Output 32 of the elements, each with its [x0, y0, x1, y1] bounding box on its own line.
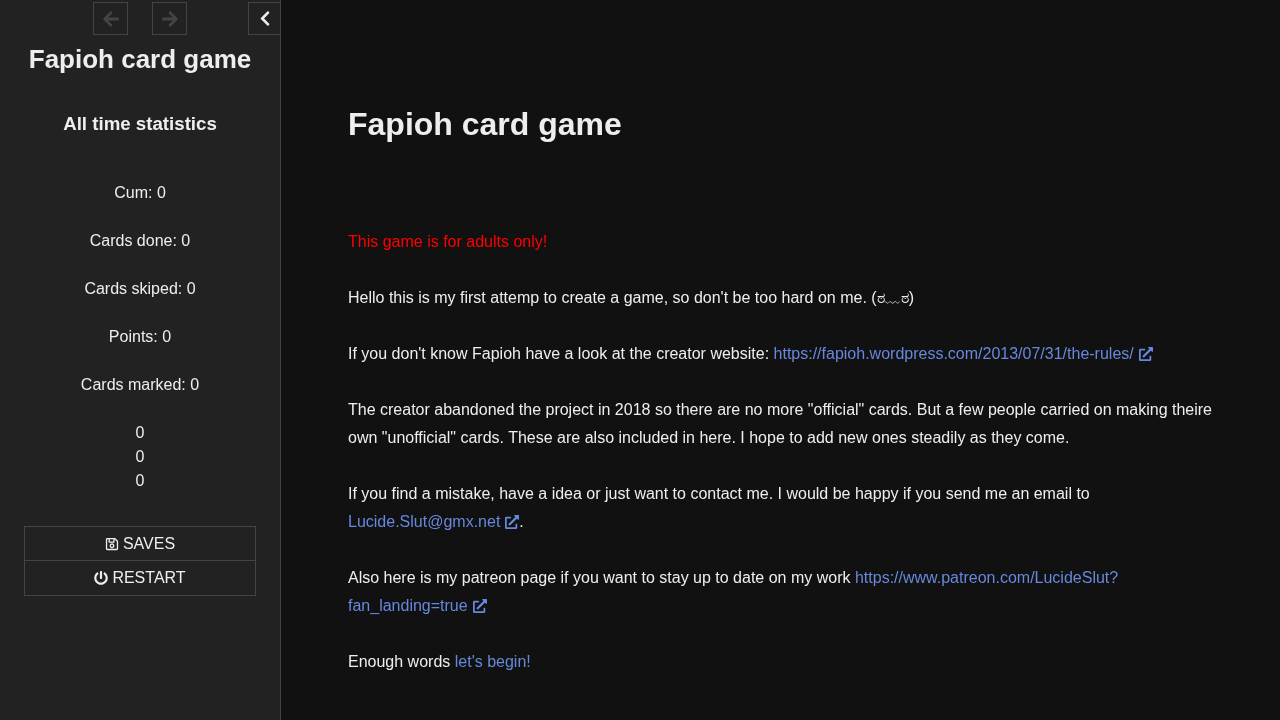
counter-text: 0 — [135, 471, 145, 491]
stat-text: Points: 0 — [108, 327, 172, 347]
paragraph: If you find a mistake, have a idea or just want to contact me. I would be happy if you send me an email to Lucide.Slut@gmx.net . — [348, 480, 1212, 536]
external-link-icon — [505, 515, 520, 529]
saves-button[interactable]: SAVES — [24, 526, 256, 561]
counter-text: 0 — [135, 447, 145, 467]
passage-title: Fapioh card game — [348, 105, 623, 144]
back-arrow-icon — [101, 9, 120, 28]
stat-text: Cards skiped: 0 — [84, 279, 196, 299]
sidebar-toggle-button[interactable] — [248, 2, 281, 35]
story-title: Fapioh card game — [28, 44, 252, 74]
forward-arrow-icon — [160, 9, 179, 28]
link[interactable]: fan_landing=true — [348, 592, 487, 620]
counter-text: 0 — [135, 423, 145, 443]
paragraph: Hello this is my first attemp to create a game, so don't be too hard on me. (ಠ﹏ಠ) — [348, 288, 915, 308]
stat-text: Cards marked: 0 — [80, 375, 200, 395]
link[interactable]: Lucide.Slut@gmx.net — [348, 508, 520, 536]
paragraph: If you don't know Fapioh have a look at the creator website: https://fapioh.wordpress.com/2013/07/31/the-rules/ — [348, 340, 1212, 368]
link[interactable]: https://www.patreon.com/LucideSlut? — [854, 564, 1119, 592]
restart-button[interactable]: RESTART — [24, 561, 256, 596]
external-link-icon — [1138, 347, 1153, 361]
warning-text: This game is for adults only! — [348, 232, 549, 252]
power-icon — [94, 571, 109, 585]
statistics-heading: All time statistics — [63, 112, 217, 136]
link[interactable]: https://fapioh.wordpress.com/2013/07/31/the-rules/ — [773, 340, 1153, 368]
stat-text: Cards done: 0 — [89, 231, 191, 251]
external-link-icon — [472, 599, 487, 613]
paragraph: Enough words let's begin! — [348, 648, 1212, 676]
link[interactable]: let's begin! — [454, 648, 531, 676]
paragraph: The creator abandoned the project in 2018 so there are no more "official" cards. But a few people carried on making theire own "unofficial" cards. These are also included in here. I hope to add new ones steadily as they come. — [348, 400, 1212, 448]
paragraph: Also here is my patreon page if you want to stay up to date on my work https://www.patreon.com/LucideSlut? fan_landing=true — [348, 564, 1212, 620]
stat-text: Cum: 0 — [114, 183, 166, 203]
